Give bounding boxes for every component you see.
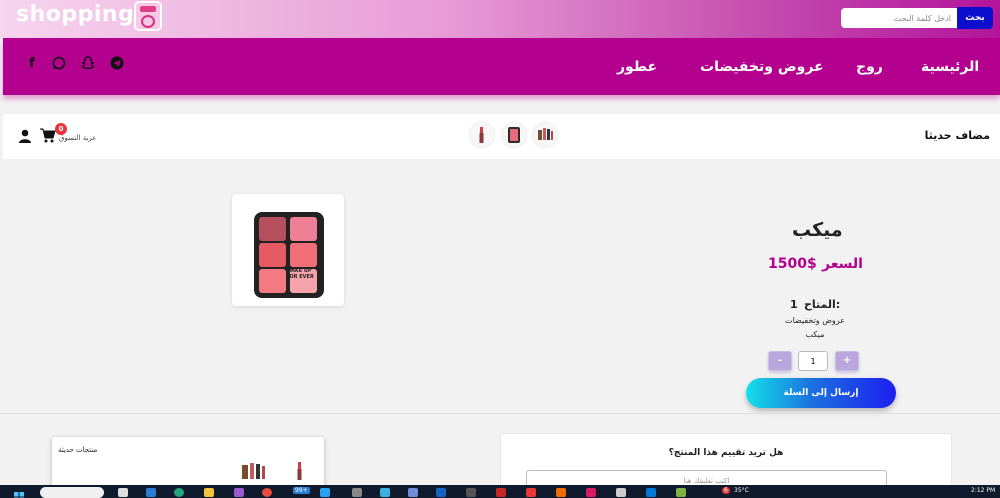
stock-value: 1 <box>790 298 798 311</box>
taskbar-app-icon[interactable] <box>526 488 536 497</box>
price-label: السعر <box>822 256 863 272</box>
news-badge: 6 <box>722 487 730 494</box>
product-subcategory[interactable]: ميكب <box>760 330 870 339</box>
taskbar-app-icon[interactable] <box>466 488 476 497</box>
clock-text[interactable]: 2:12 PM <box>971 487 995 494</box>
file-explorer-icon[interactable] <box>204 488 214 497</box>
taskbar-app-icon[interactable] <box>556 488 566 497</box>
taskbar-app-icon[interactable] <box>676 488 686 497</box>
outlook-icon[interactable] <box>436 488 446 497</box>
nav-item-offers[interactable]: عروض وتخفيضات <box>700 59 824 75</box>
telegram-icon[interactable] <box>109 56 125 72</box>
palette-brand-text: MAKE UP FOR EVER <box>286 268 314 280</box>
product-category[interactable]: عروض وتخفيضات <box>760 316 870 325</box>
recent-product-thumb[interactable] <box>288 459 312 483</box>
recent-product-thumb[interactable] <box>502 123 526 147</box>
windows-start-icon[interactable] <box>14 487 24 498</box>
section-divider <box>0 413 1000 414</box>
task-view-icon[interactable] <box>118 488 128 497</box>
add-to-cart-button[interactable]: إرسال إلى السلة <box>746 378 896 408</box>
os-taskbar: 99+ 6 35°C 2:12 PM <box>0 485 1000 498</box>
shopping-cart-icon[interactable] <box>40 128 56 143</box>
palette-image: MAKE UP FOR EVER <box>254 212 324 298</box>
top-header: shopping بحث <box>0 0 1000 38</box>
recently-added-title: مضاف حديثا <box>924 129 990 142</box>
recent-products-title: منتجات حديثة <box>58 446 98 454</box>
taskbar-search[interactable] <box>40 487 104 498</box>
quantity-input[interactable] <box>798 351 828 371</box>
search-button[interactable]: بحث <box>957 7 993 29</box>
nav-item-home[interactable]: الرئيسية <box>921 59 979 75</box>
edge-icon[interactable] <box>174 488 184 497</box>
taskbar-app-icon[interactable] <box>586 488 596 497</box>
nav-item-perfumes[interactable]: عطور <box>617 59 657 75</box>
price-value: 1500$ <box>768 256 817 272</box>
vscode-icon[interactable] <box>320 488 330 497</box>
recent-product-thumb[interactable] <box>470 123 494 147</box>
cart-label[interactable]: عربة التسوق <box>59 134 96 142</box>
quantity-increase-button[interactable]: + <box>835 351 859 371</box>
recent-products-bar: مضاف حديثا 0 عربة التسوق <box>3 114 1000 159</box>
review-question: هل تريد تقييم هذا المنتج؟ <box>668 448 784 458</box>
product-image: MAKE UP FOR EVER <box>232 194 344 306</box>
weather-text[interactable]: 35°C <box>734 487 749 494</box>
logo-badge-icon[interactable] <box>134 1 162 31</box>
product-title: ميكب <box>792 219 843 241</box>
quantity-decrease-button[interactable]: - <box>768 351 792 371</box>
whatsapp-icon[interactable] <box>51 56 67 72</box>
stock-label: المتاح: <box>804 298 841 311</box>
search-input[interactable] <box>841 8 957 28</box>
taskbar-app-icon[interactable] <box>616 488 626 497</box>
taskbar-app-icon[interactable] <box>646 488 656 497</box>
taskbar-app-icon[interactable] <box>146 488 156 497</box>
taskbar-app-icon[interactable] <box>234 488 244 497</box>
taskbar-app-icon[interactable] <box>408 488 418 497</box>
facebook-icon[interactable]: f <box>24 56 40 72</box>
main-navbar: f الرئيسية روج عروض وتخفيضات عطور <box>3 38 1000 95</box>
recent-product-thumb[interactable] <box>533 123 557 147</box>
recent-product-thumb[interactable] <box>240 459 270 483</box>
taskbar-app-icon[interactable] <box>352 488 362 497</box>
chrome-icon[interactable] <box>262 488 272 497</box>
notification-count-badge: 99+ <box>293 487 310 494</box>
snapchat-icon[interactable] <box>80 56 96 72</box>
taskbar-app-icon[interactable] <box>380 488 390 497</box>
user-account-icon[interactable] <box>18 128 32 143</box>
nav-item-lipstick[interactable]: روج <box>856 59 883 75</box>
taskbar-app-icon[interactable] <box>496 488 506 497</box>
site-logo[interactable]: shopping <box>16 2 134 27</box>
